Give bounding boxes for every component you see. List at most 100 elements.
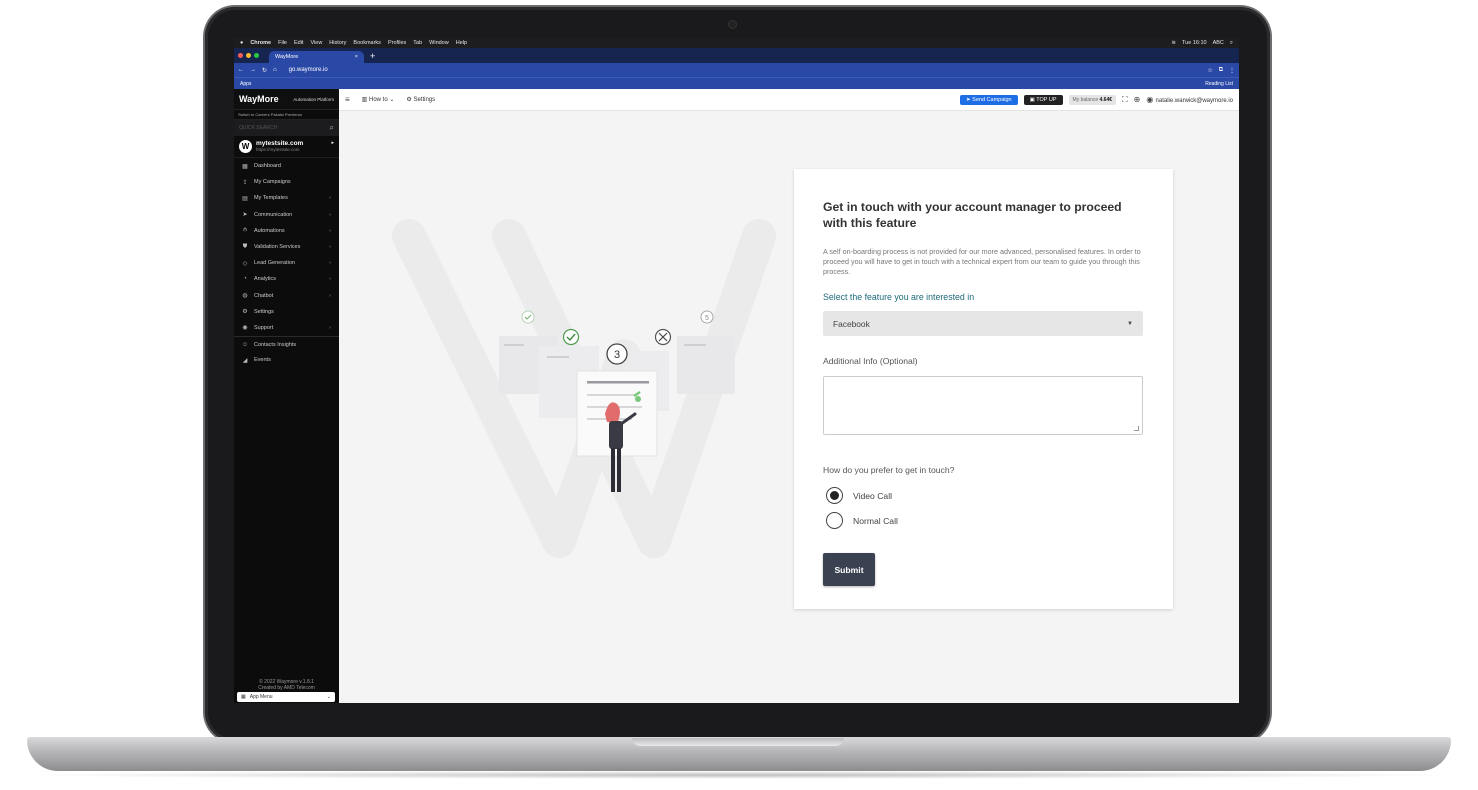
apps-bookmark[interactable]: Apps bbox=[240, 81, 251, 87]
input-source[interactable]: ABC bbox=[1213, 40, 1224, 47]
sidebar-item-validation-services[interactable]: ⛊ Validation Services › bbox=[234, 239, 339, 255]
chevron-right-icon: › bbox=[329, 260, 331, 267]
menu-chrome[interactable]: Chrome bbox=[250, 40, 271, 46]
bookmark-star-icon[interactable]: ☆ bbox=[1207, 67, 1212, 74]
sidebar-item-support[interactable]: ◉ Support › bbox=[234, 320, 339, 336]
form-title: Get in touch with your account manager t… bbox=[823, 200, 1122, 230]
account-switch[interactable]: Switch to Careers Pakatsi Prexteron bbox=[234, 110, 339, 120]
waymore-logo: WayMore bbox=[239, 94, 279, 104]
minimize-window-button[interactable] bbox=[246, 53, 251, 58]
browser-tab[interactable]: WayMore × bbox=[269, 51, 364, 63]
hamburger-menu-icon[interactable]: ≡ bbox=[345, 95, 350, 104]
platform-label: Automation Platform bbox=[293, 96, 334, 102]
mac-menubar: ● Chrome File Edit View History Bookmark… bbox=[234, 38, 1239, 48]
support-icon: ◉ bbox=[242, 325, 248, 332]
sidebar-item-events[interactable]: ◢ Events bbox=[234, 352, 339, 368]
home-icon[interactable]: ⌂ bbox=[273, 67, 277, 73]
sidebar-item-my-campaigns[interactable]: ⇪ My Campaigns bbox=[234, 174, 339, 190]
sidebar-item-contacts-insights[interactable]: ☺ Contacts Insights bbox=[234, 336, 339, 352]
step-number: 3 bbox=[614, 349, 620, 361]
url-field[interactable]: go.waymore.io bbox=[289, 67, 328, 73]
top-header: ≡ ▥ How to ⌄ ⚙ Settings ➤ Send Campaign … bbox=[339, 89, 1239, 111]
back-icon[interactable]: ← bbox=[238, 67, 244, 73]
radio-button-selected[interactable] bbox=[826, 487, 843, 504]
menu-window[interactable]: Window bbox=[429, 40, 449, 46]
menu-edit[interactable]: Edit bbox=[294, 40, 303, 46]
wordpress-icon: W bbox=[239, 140, 252, 153]
menu-help[interactable]: Help bbox=[456, 40, 467, 46]
chatbot-icon: ◍ bbox=[242, 293, 248, 300]
radio-video-call[interactable]: Video Call bbox=[826, 487, 892, 504]
sidebar-item-automations[interactable]: ⫛ Automations › bbox=[234, 223, 339, 239]
sidebar-footer: © 2022 Waymore v.1.8.1 Created by AMD Te… bbox=[234, 679, 339, 691]
close-tab-icon[interactable]: × bbox=[355, 54, 358, 60]
sidebar-item-label: Lead Generation bbox=[254, 260, 295, 267]
user-menu[interactable]: ◉ natalie.warwick@waymore.io bbox=[1146, 95, 1233, 104]
send-campaign-button[interactable]: ➤ Send Campaign bbox=[960, 94, 1018, 105]
reload-icon[interactable]: ↻ bbox=[262, 67, 267, 74]
search-icon[interactable]: ⌕ bbox=[330, 123, 334, 133]
how-to-menu[interactable]: ▥ How to ⌄ bbox=[362, 96, 395, 103]
sidebar-item-analytics[interactable]: ◔ Analytics › bbox=[234, 271, 339, 287]
main-content: 3 5 Get in touch with your account manag… bbox=[339, 111, 1239, 703]
sidebar-item-label: Validation Services bbox=[254, 244, 301, 251]
feature-select[interactable]: Facebook ▼ bbox=[823, 311, 1143, 336]
reading-list[interactable]: Reading List bbox=[1205, 81, 1233, 87]
globe-icon[interactable]: ⊕ bbox=[1134, 95, 1141, 104]
sidebar-item-chatbot[interactable]: ◍ Chatbot › bbox=[234, 288, 339, 304]
menu-view[interactable]: View bbox=[310, 40, 322, 46]
top-up-button[interactable]: ▣ TOP UP bbox=[1023, 94, 1063, 105]
balance-value: 4.64€ bbox=[1099, 96, 1113, 103]
site-selector[interactable]: W mytestsite.com https://mytestsite.com … bbox=[234, 136, 339, 158]
menu-bookmarks[interactable]: Bookmarks bbox=[353, 40, 381, 46]
settings-menu[interactable]: ⚙ Settings bbox=[406, 96, 435, 103]
brand[interactable]: WayMore Automation Platform bbox=[234, 89, 339, 110]
fullscreen-icon[interactable]: ⛶ bbox=[1122, 95, 1128, 105]
sidebar-item-lead-generation[interactable]: ◇ Lead Generation › bbox=[234, 255, 339, 271]
chevron-right-icon: › bbox=[329, 211, 331, 218]
additional-info-label: Additional Info (Optional) bbox=[823, 356, 918, 366]
dashboard-icon: ▦ bbox=[242, 163, 248, 170]
app-menu-dropdown[interactable]: ▦ App Menu ⌄ bbox=[237, 692, 335, 702]
clock[interactable]: Tue 16:10 bbox=[1182, 40, 1207, 47]
sidebar-item-label: Chatbot bbox=[254, 292, 274, 299]
chevron-down-icon: ⌄ bbox=[326, 694, 331, 700]
search-icon[interactable]: ⌕ bbox=[1230, 40, 1233, 47]
menu-profiles[interactable]: Profiles bbox=[388, 40, 406, 46]
sidebar-item-label: My Templates bbox=[254, 195, 288, 202]
sidebar-item-dashboard[interactable]: ▦ Dashboard bbox=[234, 158, 339, 174]
contacts-icon: ☺ bbox=[242, 341, 249, 348]
tag-icon: ◇ bbox=[242, 260, 248, 267]
sidebar-item-communication[interactable]: ➤ Communication › bbox=[234, 207, 339, 223]
chevron-right-icon: ▸ bbox=[331, 140, 334, 146]
extensions-icon[interactable]: ⧉ bbox=[1219, 67, 1223, 74]
chevron-right-icon: › bbox=[329, 324, 331, 331]
svg-text:5: 5 bbox=[705, 315, 709, 322]
switch-text: Switch to Careers Pakatsi Prexteron bbox=[238, 112, 303, 117]
submit-button[interactable]: Submit bbox=[823, 553, 875, 586]
user-email: natalie.warwick@waymore.io bbox=[1155, 98, 1233, 104]
menu-tab[interactable]: Tab bbox=[413, 40, 422, 46]
sidebar-item-settings[interactable]: ⚙ Settings bbox=[234, 304, 339, 320]
onboarding-illustration: 3 5 bbox=[499, 310, 735, 492]
apple-icon[interactable]: ● bbox=[240, 40, 243, 46]
sidebar-item-my-templates[interactable]: ▤ My Templates › bbox=[234, 190, 339, 206]
additional-info-textarea[interactable] bbox=[823, 376, 1143, 435]
radio-normal-call[interactable]: Normal Call bbox=[826, 512, 898, 529]
new-tab-button[interactable]: + bbox=[370, 51, 375, 61]
more-icon[interactable]: ⋮ bbox=[1229, 67, 1235, 74]
menu-file[interactable]: File bbox=[278, 40, 287, 46]
radio-button[interactable] bbox=[826, 512, 843, 529]
wifi-icon[interactable]: ≋ bbox=[1171, 40, 1176, 47]
form-description: A self on-boarding process is not provid… bbox=[823, 247, 1141, 276]
close-window-button[interactable] bbox=[238, 53, 243, 58]
forward-icon[interactable]: → bbox=[250, 67, 256, 73]
maximize-window-button[interactable] bbox=[254, 53, 259, 58]
quick-search[interactable]: QUICK SEARCH ⌕ bbox=[234, 120, 339, 136]
bookmarks-bar: Apps Reading List bbox=[234, 77, 1239, 89]
menu-history[interactable]: History bbox=[329, 40, 346, 46]
sidebar-item-label: Support bbox=[254, 324, 274, 331]
grid-icon: ▦ bbox=[241, 694, 246, 700]
tab-title: WayMore bbox=[275, 54, 299, 60]
sidebar-item-label: My Campaigns bbox=[254, 179, 291, 186]
